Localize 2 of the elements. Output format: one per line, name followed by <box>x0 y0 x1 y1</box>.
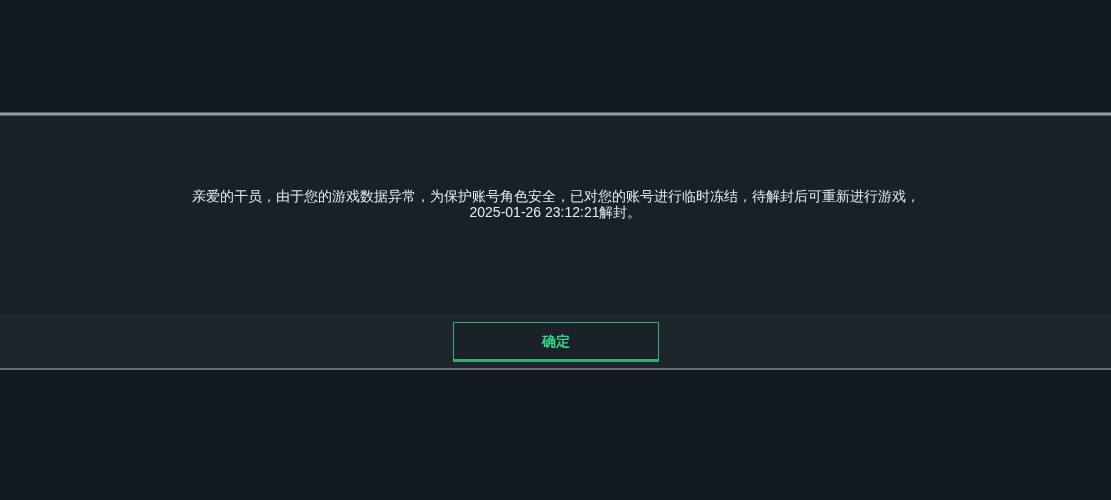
confirm-button[interactable]: 确定 <box>452 321 659 362</box>
dialog-message: 亲爱的干员，由于您的游戏数据异常，为保护账号角色安全，已对您的账号进行临时冻结，待解封后可重新进行游戏，2025-01-26 23:12:21解封。 <box>190 187 921 220</box>
